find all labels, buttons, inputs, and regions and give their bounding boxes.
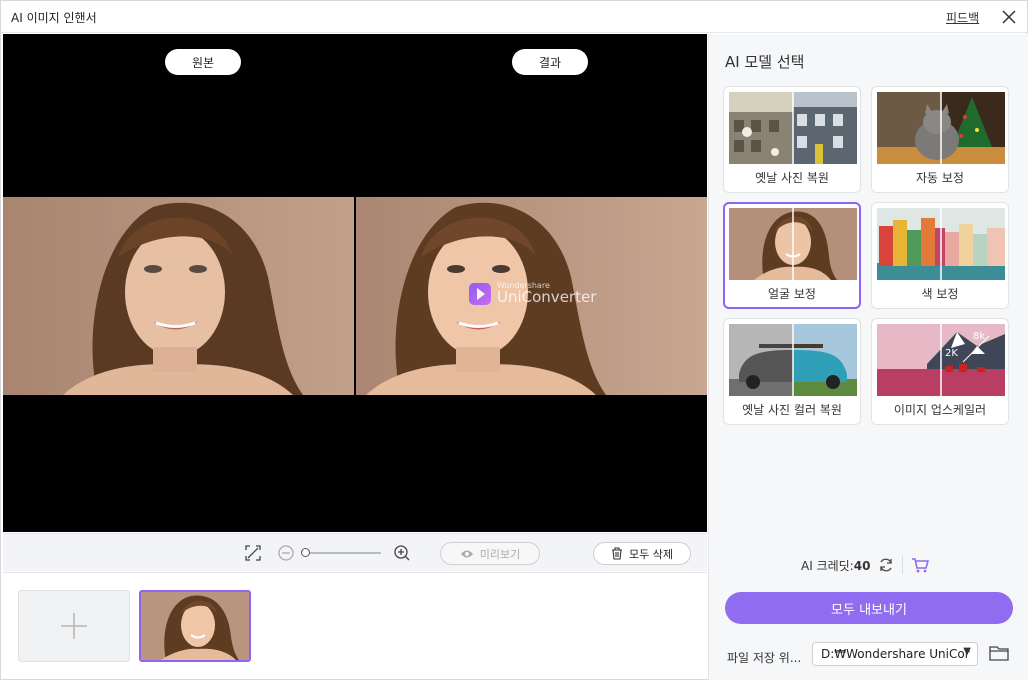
panel-title: AI 모델 선택 [725, 53, 805, 71]
model-panel: AI 모델 선택 옛날 사진 복원 자동 보정 얼굴 보정 색 보정 옛날 사진… [708, 34, 1028, 680]
watermark: Wondershare UniConverter [469, 282, 596, 305]
color-correction-preview [877, 208, 1005, 280]
divider [902, 556, 904, 574]
save-location-label: 파일 저장 위... [727, 651, 802, 665]
chevron-down-icon: ▼ [963, 646, 971, 657]
credit-value: 40 [853, 558, 871, 573]
refresh-icon[interactable] [878, 557, 894, 573]
upscale-badge-2k: 2K [945, 348, 958, 359]
delete-all-label: 모두 삭제 [629, 547, 673, 561]
uniconverter-logo-icon [469, 282, 491, 305]
model-card-image-upscaler[interactable]: 2K 8k 이미지 업스케일러 [871, 318, 1009, 425]
window-title: AI 이미지 인핸서 [11, 11, 97, 25]
colorize-preview [729, 324, 857, 396]
delete-all-button[interactable]: 모두 삭제 [593, 542, 691, 565]
model-label: 얼굴 보정 [768, 287, 816, 301]
zoom-in-icon[interactable] [393, 544, 411, 562]
model-card-auto-enhance[interactable]: 자동 보정 [871, 86, 1009, 193]
model-card-old-photo-restore[interactable]: 옛날 사진 복원 [723, 86, 861, 193]
face-enhance-preview [729, 208, 857, 280]
model-label: 옛날 사진 복원 [755, 171, 829, 185]
model-label: 자동 보정 [916, 171, 964, 185]
trash-icon [612, 547, 622, 560]
save-location-value: D:₩Wondershare UniCor [821, 647, 970, 661]
save-location-select[interactable]: D:₩Wondershare UniCor ▼ [812, 642, 978, 666]
add-image-button[interactable] [18, 590, 130, 662]
upscale-badge-8k: 8k [973, 331, 986, 342]
preview-button-label: 미리보기 [479, 547, 521, 561]
credit-row: AI 크레딧:40 [801, 556, 930, 574]
cart-icon[interactable] [911, 557, 930, 573]
old-photo-preview [729, 92, 857, 164]
upscaler-preview: 2K 8k [877, 324, 1005, 396]
folder-icon[interactable] [989, 644, 1009, 662]
original-label: 원본 [165, 49, 241, 75]
preview-button[interactable]: 미리보기 [440, 542, 540, 565]
export-all-button[interactable]: 모두 내보내기 [725, 592, 1013, 624]
model-label: 색 보정 [921, 287, 959, 301]
app-window: AI 이미지 인핸서 피드백 원본 결과 Wondershare UniConv… [0, 0, 1028, 680]
preview-canvas: 원본 결과 Wondershare UniConverter [3, 34, 707, 532]
feedback-link[interactable]: 피드백 [946, 9, 979, 26]
credit-label: AI 크레딧: [801, 558, 854, 573]
original-photo [3, 197, 354, 395]
zoom-slider-handle[interactable] [301, 548, 310, 557]
result-label: 결과 [512, 49, 588, 75]
plus-icon [61, 613, 87, 639]
preview-toolbar: 미리보기 모두 삭제 [3, 533, 707, 571]
thumbnail-strip [3, 572, 707, 679]
title-bar: AI 이미지 인핸서 피드백 [1, 1, 1027, 33]
model-card-color-correction[interactable]: 색 보정 [871, 202, 1009, 309]
zoom-out-icon[interactable] [277, 544, 295, 562]
model-label: 옛날 사진 컬러 복원 [742, 403, 842, 417]
eye-icon [460, 550, 473, 557]
close-icon[interactable] [999, 7, 1019, 27]
zoom-slider[interactable] [301, 548, 381, 557]
fit-screen-icon[interactable] [244, 544, 262, 562]
model-label: 이미지 업스케일러 [893, 403, 987, 417]
image-thumbnail[interactable] [139, 590, 251, 662]
auto-enhance-preview [877, 92, 1005, 164]
watermark-product: UniConverter [497, 288, 597, 306]
model-card-old-photo-colorize[interactable]: 옛날 사진 컬러 복원 [723, 318, 861, 425]
model-card-face-enhance[interactable]: 얼굴 보정 [723, 202, 861, 309]
